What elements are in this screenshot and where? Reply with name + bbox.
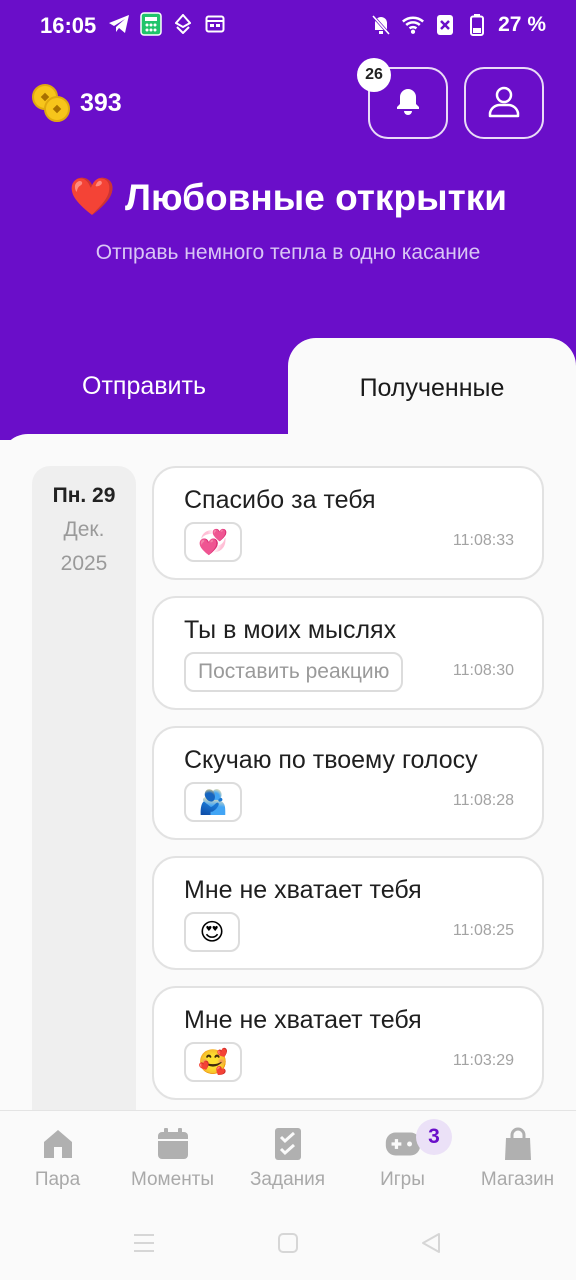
status-icons-right: 27 % — [370, 13, 546, 37]
battery-icon — [466, 14, 488, 36]
nav-label: Задания — [249, 1169, 326, 1190]
message-time: 11:08:30 — [452, 662, 514, 679]
date-year: 2025 — [60, 552, 108, 575]
message-time: 11:03:29 — [452, 1052, 514, 1069]
coin-balance[interactable]: 393 — [32, 82, 122, 124]
bell-icon — [393, 85, 423, 122]
nav-label: Пара — [34, 1169, 81, 1190]
battery-level: 27 % — [498, 13, 546, 36]
back-icon[interactable] — [420, 1232, 442, 1259]
message-card[interactable]: Мне не хватает тебя 🥰 11:03:29 — [152, 986, 544, 1100]
nav-item-moments[interactable]: Моменты — [115, 1127, 230, 1191]
games-badge: 3 — [416, 1119, 452, 1155]
nav-label: Игры — [380, 1169, 425, 1190]
date-month: Дек. — [63, 518, 105, 541]
reaction-badge[interactable]: 💞 — [184, 522, 242, 562]
status-icons-left — [108, 12, 226, 36]
sim-icon — [434, 14, 456, 36]
message-card[interactable]: Ты в моих мыслях Поставить реакцию 11:08… — [152, 596, 544, 710]
home-square-icon[interactable] — [277, 1232, 299, 1259]
page-title: ❤️ Любовные открытки — [0, 176, 576, 219]
tab-received[interactable]: Полученные — [288, 338, 576, 438]
shopping-bag-icon — [500, 1127, 536, 1161]
telegram-icon — [108, 13, 130, 35]
nav-item-tasks[interactable]: Задания — [230, 1127, 345, 1191]
nav-item-para[interactable]: Пара — [0, 1127, 115, 1191]
home-icon — [40, 1127, 76, 1161]
message-time: 11:08:25 — [452, 922, 514, 939]
wifi-icon — [402, 14, 425, 36]
calendar-icon — [204, 13, 226, 35]
message-time: 11:08:28 — [452, 792, 514, 809]
system-nav-bar — [0, 1210, 576, 1280]
message-time: 11:08:33 — [452, 532, 514, 549]
page-subtitle: Отправь немного тепла в одно касание — [95, 241, 481, 264]
add-reaction-button[interactable]: Поставить реакцию — [184, 652, 404, 692]
message-text: Ты в моих мыслях — [184, 616, 397, 644]
tab-send[interactable]: Отправить — [0, 338, 288, 434]
heart-icon: ❤️ — [68, 176, 116, 217]
vpn-icon — [172, 13, 194, 35]
date-day: Пн. 29 — [52, 484, 116, 507]
reaction-badge[interactable]: 🫂 — [184, 782, 242, 822]
status-bar: 16:05 27 % — [0, 0, 576, 52]
bottom-nav: Пара Моменты Задания Игры Магазин — [0, 1110, 576, 1210]
date-group: Пн. 29 Дек. 2025 — [32, 466, 136, 1126]
page-title-text: Любовные открытки — [125, 176, 508, 218]
message-text: Мне не хватает тебя — [184, 1006, 422, 1034]
calculator-icon — [140, 12, 162, 36]
profile-button[interactable] — [464, 67, 544, 139]
notifications-badge: 26 — [357, 58, 391, 92]
message-card[interactable]: Мне не хватает тебя 😍 11:08:25 — [152, 856, 544, 970]
nav-label: Моменты — [130, 1169, 215, 1190]
reaction-badge[interactable]: 🥰 — [184, 1042, 242, 1082]
menu-icon[interactable] — [132, 1232, 156, 1259]
gamepad-icon — [385, 1127, 421, 1161]
mute-icon — [370, 14, 392, 36]
tasks-icon — [270, 1127, 306, 1161]
user-icon — [487, 84, 521, 123]
coins-icon — [32, 82, 72, 124]
message-text: Мне не хватает тебя — [184, 876, 422, 904]
calendar-icon — [155, 1127, 191, 1161]
status-time: 16:05 — [40, 13, 97, 38]
message-text: Скучаю по твоему голосу — [184, 746, 478, 774]
reaction-badge[interactable]: 😍 — [184, 912, 240, 952]
message-card[interactable]: Скучаю по твоему голосу 🫂 11:08:28 — [152, 726, 544, 840]
nav-item-shop[interactable]: Магазин — [460, 1127, 575, 1191]
nav-label: Магазин — [480, 1169, 555, 1190]
add-reaction-label: Поставить реакцию — [198, 660, 390, 683]
coin-count: 393 — [80, 88, 122, 117]
message-card[interactable]: Спасибо за тебя 💞 11:08:33 — [152, 466, 544, 580]
message-text: Спасибо за тебя — [184, 486, 376, 514]
